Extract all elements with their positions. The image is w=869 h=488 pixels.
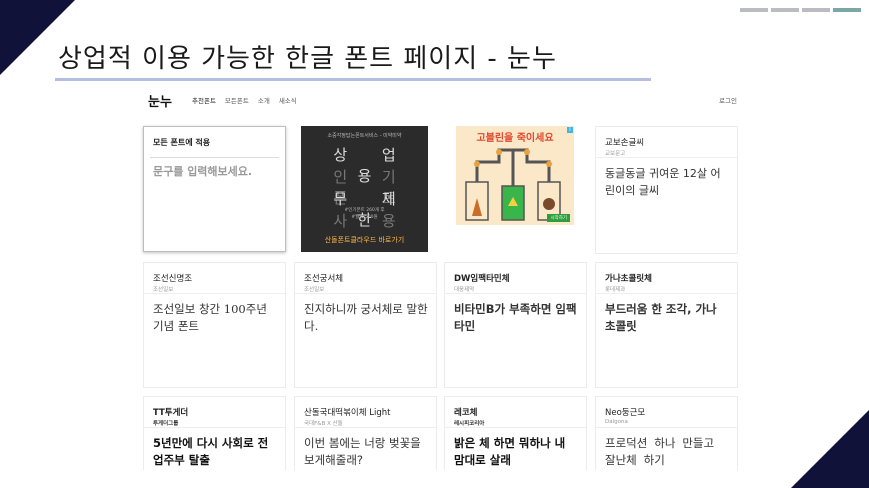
font-card-neodgm[interactable]: Neo둥근모 Dalgona 프로덕션 하나 만들고 잘난체 하기 [595, 396, 738, 470]
divider [445, 293, 586, 294]
font-card-kyobo[interactable]: 교보손글씨 교보문고 동글동글 귀여운 12살 어린이의 글씨 [595, 126, 738, 254]
divider [295, 293, 436, 294]
font-author: 조선일보 [153, 287, 174, 293]
ad-note: #인기폰트 260개 후 [344, 208, 385, 213]
game-illustration-icon [465, 148, 561, 221]
site-header: 눈누 추천폰트 모든폰트 소개 새소식 로그인 [140, 86, 745, 116]
ad-cta-link[interactable]: 산돌폰트클라우드 바로가기 [301, 235, 428, 245]
slide-tab-active[interactable] [833, 8, 861, 12]
divider [150, 157, 279, 158]
apply-text-card[interactable]: 모든 폰트에 적용 문구를 입력해보세요. [143, 126, 286, 252]
font-author: 조선일보 [304, 287, 325, 293]
font-name: Neo둥근모 [605, 408, 646, 418]
font-card-recipekorea[interactable]: 레코체 레시피코리아 밝은 체 하면 뭐하나 내 맘대로 살래 [444, 396, 587, 470]
font-sample: 이번 봄에는 너랑 벚꽃을 보게해줄래? [304, 436, 421, 467]
font-sample: 진지하니까 궁서체로 말한다. [304, 302, 428, 333]
divider [144, 293, 285, 294]
corner-decoration-bottom-right [791, 410, 869, 488]
font-card-tt-together[interactable]: TT투게더 투게더그룹 5년만에 다시 사회로 전업주부 탈출 [143, 396, 286, 470]
font-name: 조선신명조 [153, 274, 193, 284]
font-author: 대웅제약 [454, 287, 475, 293]
login-link[interactable]: 로그인 [719, 95, 737, 105]
adchoices-icon[interactable]: i [567, 127, 573, 133]
font-name: TT투게더 [153, 408, 189, 418]
font-name: 교보손글씨 [605, 138, 645, 148]
font-sample: 동글동글 귀여운 12살 어린이의 글씨 [605, 167, 721, 197]
sample-text-input[interactable]: 문구를 입력해보세요. [153, 163, 252, 179]
slide-progress-tabs [740, 8, 861, 12]
site-menu: 추천폰트 모든폰트 소개 새소식 [192, 95, 297, 105]
divider [295, 427, 436, 428]
font-sample: 5년만에 다시 사회로 전업주부 탈출 [153, 436, 269, 467]
font-author: Dalgona [605, 419, 628, 425]
font-name: 조선궁서체 [304, 274, 344, 284]
divider [596, 427, 737, 428]
ad-note: #월 4,500원 [351, 215, 378, 220]
divider [596, 293, 737, 294]
ad-top-text: 소중각정답는폰트서비스 - 미약미약 [327, 133, 402, 139]
site-logo[interactable]: 눈누 [148, 91, 172, 110]
font-author: 롯데제과 [605, 287, 626, 293]
font-name: 레코체 [454, 408, 478, 418]
font-card-dw-impactamin[interactable]: DW임팩타민체 대웅제약 비타민B가 부족하면 임팩타민 [444, 262, 587, 388]
slide-tab[interactable] [740, 8, 768, 12]
ad-start-button[interactable]: 시작하기 [547, 214, 570, 222]
menu-item-all-fonts[interactable]: 모든폰트 [225, 95, 249, 105]
ad-banner-sandoll[interactable]: 소중각정답는폰트서비스 - 미약미약 상 업 용 인 기 폰 트 무 제 한 사… [301, 126, 428, 252]
website-screenshot: 눈누 추천폰트 모든폰트 소개 새소식 로그인 모든 폰트에 적용 문구를 입력… [140, 86, 745, 470]
divider [445, 427, 586, 428]
font-author: 교보문고 [605, 151, 626, 157]
menu-item-news[interactable]: 새소식 [279, 95, 297, 105]
font-author: 투게더그룹 [153, 421, 179, 427]
menu-item-about[interactable]: 소개 [258, 95, 270, 105]
font-sample: 조선일보 창간 100주년 기념 폰트 [153, 302, 267, 333]
font-name: 산돌국대떡볶이체 Light [304, 408, 391, 418]
font-card-chosun-myeongjo[interactable]: 조선신명조 조선일보 조선일보 창간 100주년 기념 폰트 [143, 262, 286, 388]
font-sample: 비타민B가 부족하면 임팩타민 [454, 302, 577, 333]
divider [144, 427, 285, 428]
font-name: 가나초콜릿체 [605, 274, 652, 284]
slide-tab[interactable] [802, 8, 830, 12]
title-underline [55, 78, 651, 81]
font-author: 국대F&B X 산돌 [304, 421, 343, 427]
menu-item-recommended[interactable]: 추천폰트 [192, 95, 216, 105]
slide-title: 상업적 이용 가능한 한글 폰트 페이지 - 눈누 [58, 44, 557, 74]
font-card-chosun-gungseo[interactable]: 조선궁서체 조선일보 진지하니까 궁서체로 말한다. [294, 262, 437, 388]
slide-tab[interactable] [771, 8, 799, 12]
font-sample: 프로덕션 하나 만들고 잘난체 하기 [605, 436, 715, 467]
font-author: 레시피코리아 [454, 421, 485, 427]
presentation-slide: 상업적 이용 가능한 한글 폰트 페이지 - 눈누 눈누 추천폰트 모든폰트 소… [0, 0, 869, 488]
apply-text-label: 모든 폰트에 적용 [153, 138, 211, 147]
ad-banner-game[interactable]: 고블린을 죽이세요 i 시작하기 [456, 126, 574, 225]
divider [596, 157, 737, 158]
font-card-ghana-chocolate[interactable]: 가나초콜릿체 롯데제과 부드러움 한 조각, 가나 초콜릿 [595, 262, 738, 388]
font-name: DW임팩타민체 [454, 274, 510, 284]
font-card-sandoll-gukdae[interactable]: 산돌국대떡볶이체 Light 국대F&B X 산돌 이번 봄에는 너랑 벚꽃을 … [294, 396, 437, 470]
font-sample: 부드러움 한 조각, 가나 초콜릿 [605, 302, 717, 333]
font-sample: 밝은 체 하면 뭐하나 내 맘대로 살래 [454, 436, 566, 467]
